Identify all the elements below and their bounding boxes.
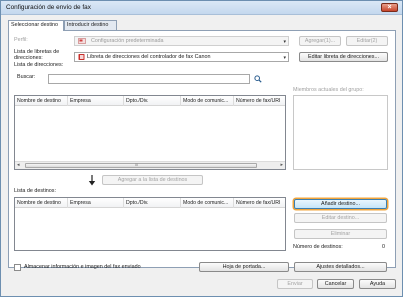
- address-book-icon: [78, 54, 85, 60]
- add-destination-button[interactable]: Añadir destino...: [294, 199, 387, 209]
- profile-edit-button[interactable]: Editar(2): [346, 36, 388, 46]
- detailed-settings-button[interactable]: Ajustes detallados...: [294, 262, 387, 272]
- address-list-view[interactable]: Nombre de destino Empresa Dpto./Div. Mod…: [14, 95, 286, 170]
- tab-panel: Perfil: Configuración predeterminada ▾ A…: [8, 30, 396, 272]
- search-icon[interactable]: [254, 75, 262, 83]
- column-company[interactable]: Empresa: [68, 96, 124, 106]
- help-button[interactable]: Ayuda: [359, 279, 396, 289]
- close-icon: ×: [387, 4, 392, 11]
- scrollbar-grip: III: [135, 163, 138, 167]
- edit-destination-button[interactable]: Editar destino...: [294, 213, 387, 223]
- destination-list-header: Nombre de destino Empresa Dpto./Div. Mod…: [15, 198, 285, 208]
- edit-address-book-button[interactable]: Editar libreta de direcciones...: [299, 52, 388, 62]
- address-book-select[interactable]: Libreta de direcciones del controlador d…: [74, 52, 289, 62]
- chevron-down-icon: ▾: [283, 39, 286, 45]
- delete-button[interactable]: Eliminar: [294, 229, 387, 239]
- add-to-destination-list-button[interactable]: Agregar a la lista de destinos: [102, 175, 203, 185]
- address-list-label: Lista de direcciones:: [14, 62, 64, 68]
- horizontal-scrollbar[interactable]: ◂ III ▸: [15, 161, 285, 169]
- tab-enter-destination[interactable]: Introducir destino: [64, 20, 117, 30]
- tab-select-destination[interactable]: Seleccionar destino: [8, 20, 64, 31]
- scroll-left-icon[interactable]: ◂: [17, 162, 20, 169]
- send-button[interactable]: Enviar: [277, 279, 313, 289]
- column-company[interactable]: Empresa: [68, 198, 124, 208]
- profile-icon: [78, 38, 86, 44]
- profile-select[interactable]: Configuración predeterminada ▾: [74, 36, 289, 46]
- scroll-right-icon[interactable]: ▸: [280, 162, 283, 169]
- arrow-down-icon: [88, 175, 96, 186]
- column-fax-number[interactable]: Número de fax/URI: [234, 198, 285, 208]
- group-members-list: [293, 95, 388, 170]
- column-destination-name[interactable]: Nombre de destino: [15, 198, 68, 208]
- fax-settings-dialog: Configuración de envío de fax × Seleccio…: [0, 0, 403, 297]
- address-book-label-line2: direcciones:: [14, 55, 43, 61]
- column-comm-mode[interactable]: Modo de comunic...: [181, 198, 234, 208]
- store-fax-label: Almacenar información e imagen del fax e…: [24, 264, 141, 270]
- destination-list-view[interactable]: Nombre de destino Empresa Dpto./Div. Mod…: [14, 197, 286, 251]
- column-comm-mode[interactable]: Modo de comunic...: [181, 96, 234, 106]
- column-department[interactable]: Dpto./Div.: [124, 96, 181, 106]
- destination-count-label: Número de destinos:: [293, 244, 343, 250]
- store-fax-checkbox[interactable]: [14, 264, 21, 271]
- profile-value: Configuración predeterminada: [91, 38, 164, 44]
- chevron-down-icon: ▾: [283, 55, 286, 61]
- title-bar: Configuración de envío de fax ×: [1, 1, 402, 15]
- scrollbar-thumb[interactable]: III: [25, 163, 257, 168]
- cancel-button[interactable]: Cancelar: [317, 279, 354, 289]
- address-book-value: Libreta de direcciones del controlador d…: [87, 54, 211, 60]
- destination-list-label: Lista de destinos:: [14, 188, 56, 194]
- search-label: Buscar:: [17, 74, 36, 80]
- profile-add-button[interactable]: Agregar(1)...: [299, 36, 341, 46]
- column-destination-name[interactable]: Nombre de destino: [15, 96, 68, 106]
- profile-label: Perfil:: [14, 37, 28, 43]
- search-input[interactable]: [48, 74, 250, 84]
- cover-page-button[interactable]: Hoja de portada...: [199, 262, 289, 272]
- close-button[interactable]: ×: [381, 3, 398, 12]
- column-fax-number[interactable]: Número de fax/URI: [234, 96, 285, 106]
- group-members-label: Miembros actuales del grupo:: [293, 87, 364, 93]
- destination-count-value: 0: [382, 244, 385, 250]
- window-title: Configuración de envío de fax: [6, 4, 91, 11]
- address-list-header: Nombre de destino Empresa Dpto./Div. Mod…: [15, 96, 285, 106]
- column-department[interactable]: Dpto./Div.: [124, 198, 181, 208]
